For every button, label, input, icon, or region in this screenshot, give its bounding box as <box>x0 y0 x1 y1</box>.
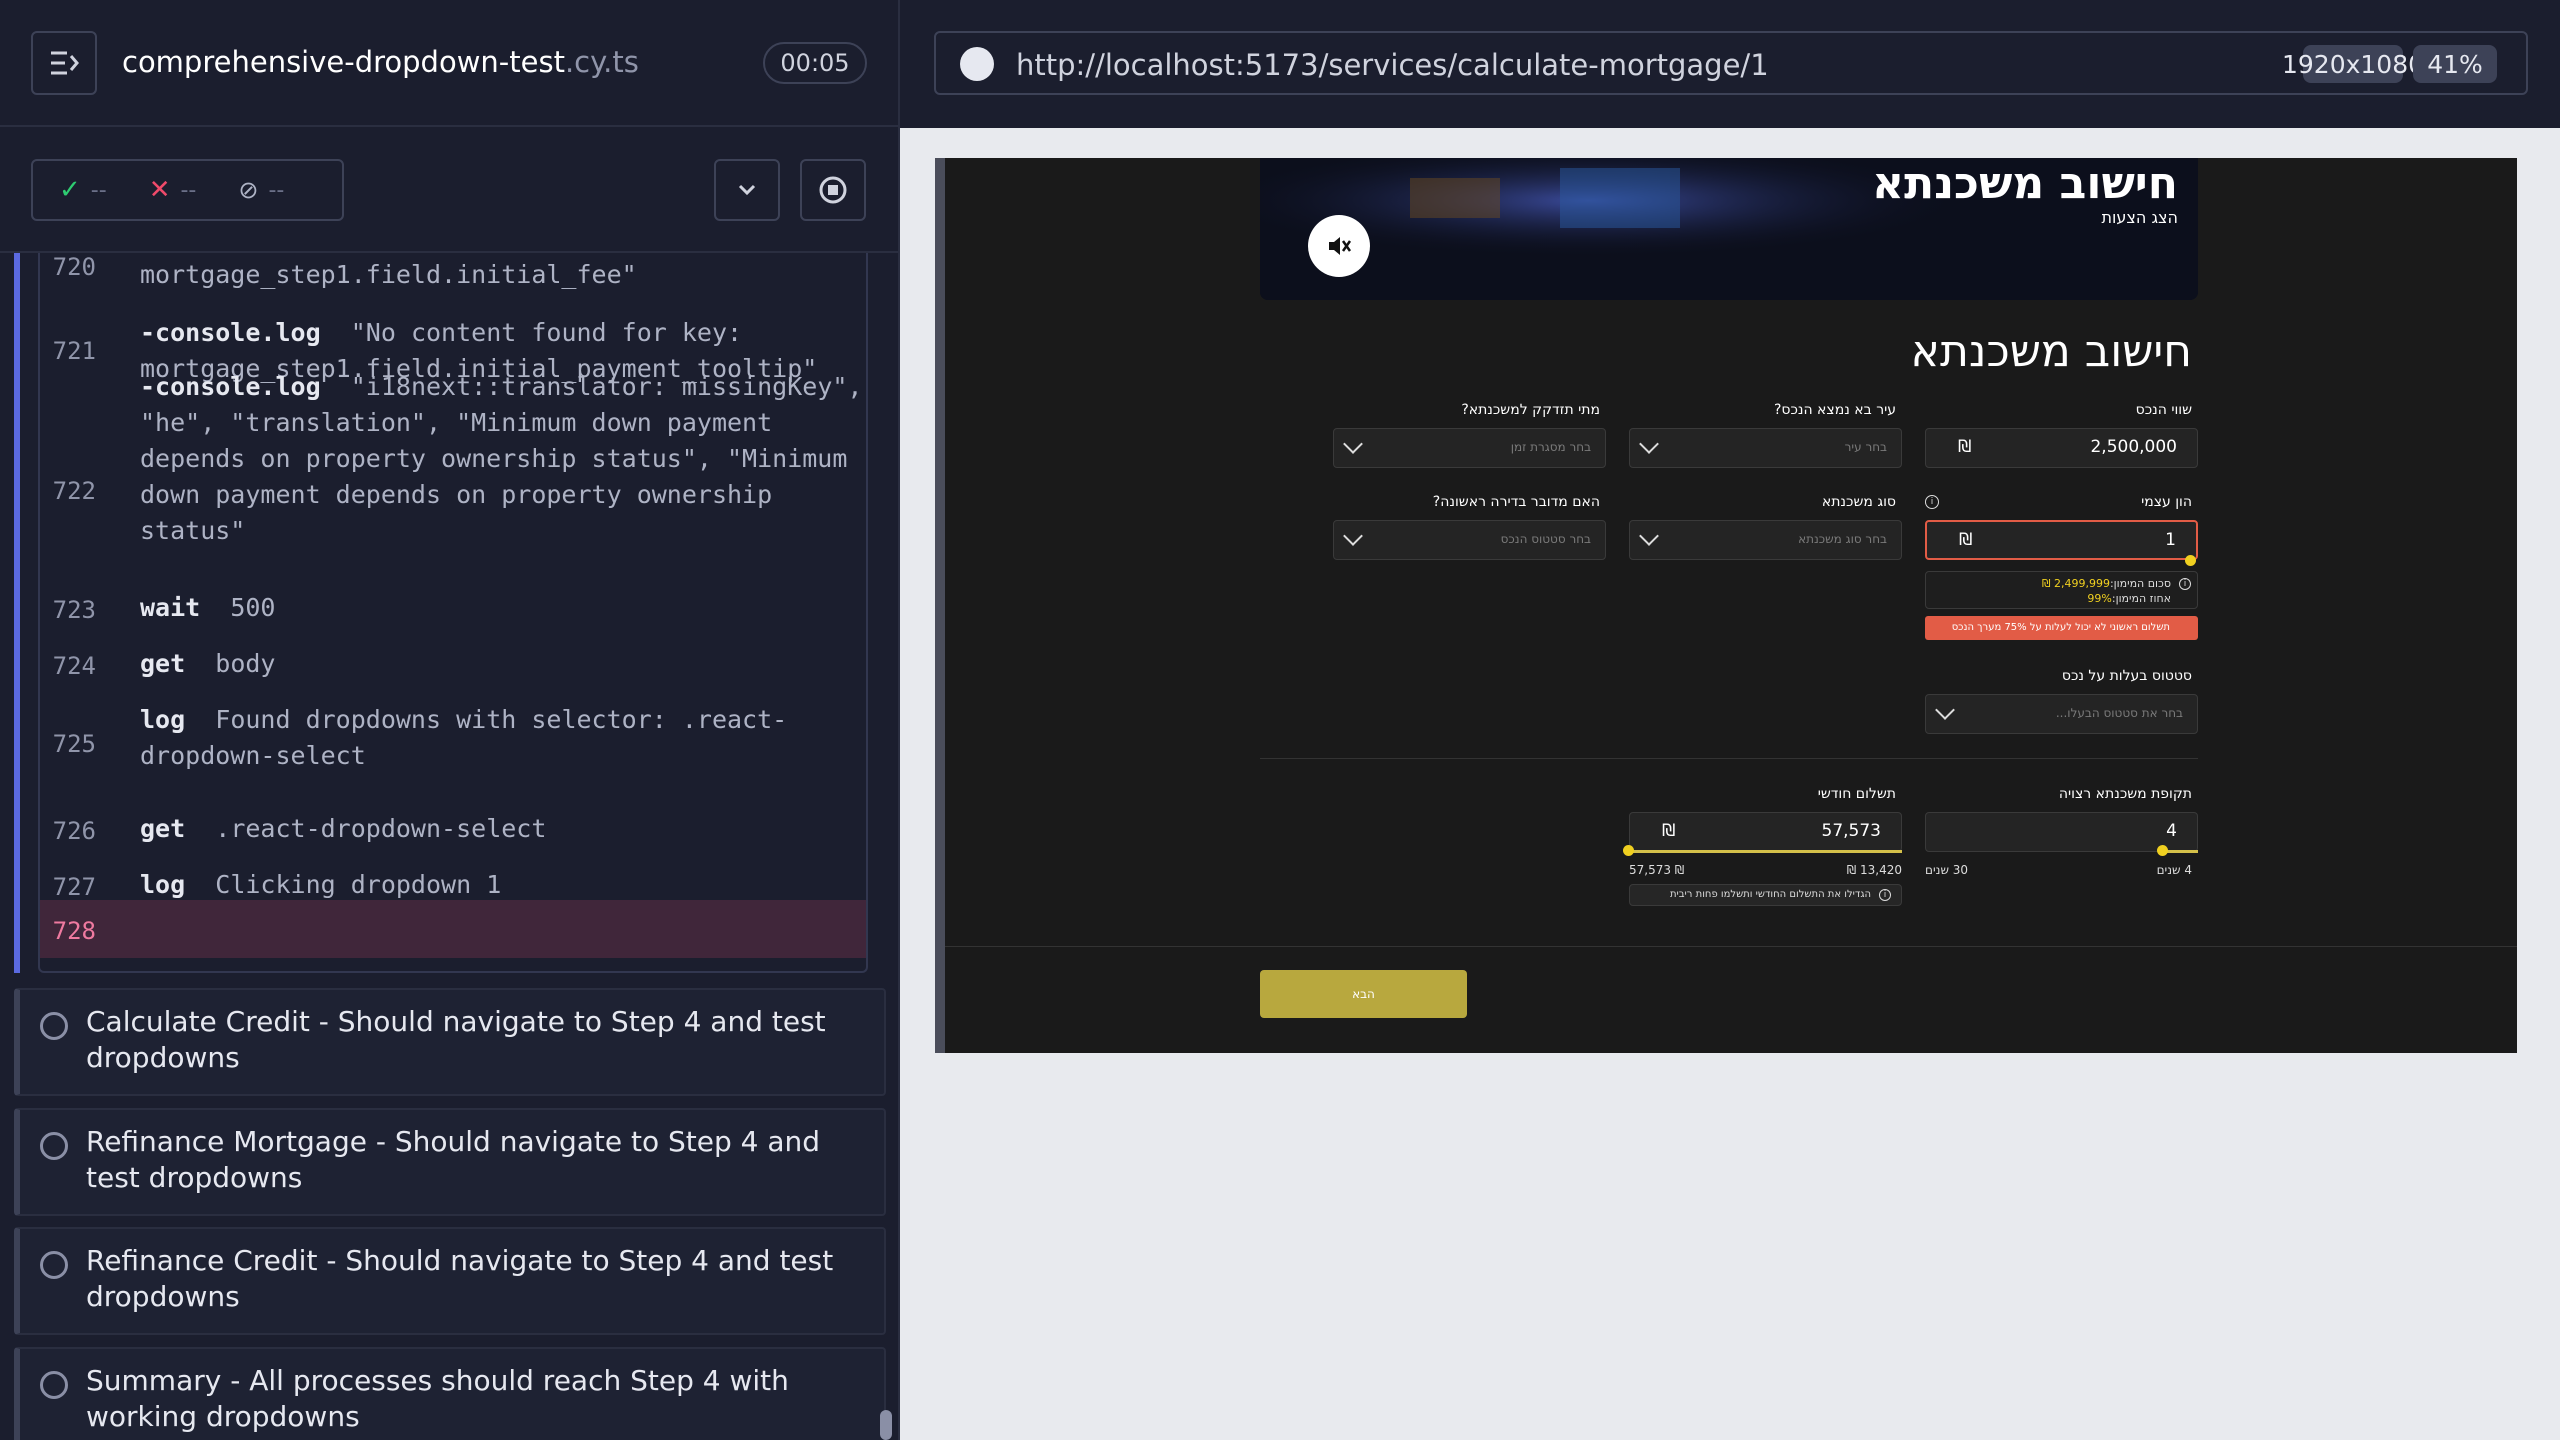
period-label: תקופת משכנתא רצויה <box>2058 786 2192 802</box>
chrome-icon <box>960 47 994 81</box>
ownership-dropdown[interactable]: בחר את סטטוס הבעלו... <box>1925 694 2198 734</box>
test-stats: ✓ -- ✕ -- ⊘ -- <box>31 159 344 221</box>
monthly-min: 13,420 ₪ <box>1846 863 1902 877</box>
chevron-down-icon <box>1343 434 1363 454</box>
spec-title: comprehensive-dropdown-test.cy.ts <box>122 45 639 79</box>
banner-subtitle[interactable]: הצג הצעות <box>2102 208 2178 227</box>
equity-label: הון עצמי <box>2141 494 2192 510</box>
zoom-badge[interactable]: 41% <box>2413 45 2497 83</box>
browser-preview: http://localhost:5173/services/calculate… <box>900 0 2560 1440</box>
equity-slider-handle[interactable] <box>2185 555 2196 566</box>
toggle-specs-button[interactable] <box>31 31 97 95</box>
mute-icon <box>1329 237 1352 255</box>
monthly-slider-handle[interactable] <box>1623 845 1634 856</box>
url-bar[interactable]: http://localhost:5173/services/calculate… <box>934 31 2528 95</box>
timer: 00:05 <box>763 42 867 84</box>
period-slider-track[interactable] <box>2163 850 2198 853</box>
chevron-down-icon <box>1343 526 1363 546</box>
chevron-down-icon <box>1935 700 1955 720</box>
test-item[interactable]: Summary - All processes should reach Ste… <box>14 1347 886 1440</box>
active-row-highlight <box>40 900 866 958</box>
period-input[interactable]: 4 <box>1925 812 2198 852</box>
stop-button[interactable] <box>800 159 866 221</box>
equity-financing-note: סכום המימון:2,499,999 ₪ אחוז המימון:99% … <box>1925 571 2198 609</box>
url-bar-area: http://localhost:5173/services/calculate… <box>900 0 2560 128</box>
property-value-input[interactable]: ₪ 2,500,000 <box>1925 428 2198 468</box>
info-icon: i <box>1879 889 1891 901</box>
next-button[interactable]: הבא <box>1260 970 1467 1018</box>
city-label: עיר בא נמצא הנכס? <box>1773 402 1896 418</box>
property-value-label: שווי הנכס <box>2135 402 2192 418</box>
mortgage-type-label: סוג משכנתא <box>1821 494 1896 510</box>
app-under-test: חישוב משכנתא הצג הצעות חישוב משכנתא שווי… <box>935 158 2517 1053</box>
command-list: 720 mortgage_step1.field.initial_fee" 72… <box>38 253 868 973</box>
first-home-dropdown[interactable]: בחר סטטוס הנכס <box>1333 520 1606 560</box>
info-icon: i <box>2179 578 2191 590</box>
page-title: חישוב משכנתא <box>1910 326 2192 377</box>
stop-icon <box>819 176 847 204</box>
failed-stat: ✕ -- <box>148 175 197 205</box>
ownership-label: סטטוס בעלות על נכס <box>2061 668 2192 684</box>
scrollbar-thumb[interactable] <box>880 1410 892 1440</box>
mute-button[interactable] <box>1308 215 1370 277</box>
pending-circle-icon <box>40 1132 68 1160</box>
test-title: Refinance Mortgage - Should navigate to … <box>86 1125 821 1194</box>
test-item[interactable]: Calculate Credit - Should navigate to St… <box>14 988 886 1096</box>
test-title: Calculate Credit - Should navigate to St… <box>86 1005 826 1074</box>
period-max: 30 שנים <box>1925 863 1969 877</box>
test-title: Refinance Credit - Should navigate to St… <box>86 1244 834 1313</box>
chevron-down-icon <box>738 184 756 196</box>
url-text: http://localhost:5173/services/calculate… <box>1016 48 1769 82</box>
error-banner: תשלום ראשוני לא יכול לעלות על 75% מערך ה… <box>1925 616 2198 640</box>
test-item[interactable]: Refinance Credit - Should navigate to St… <box>14 1227 886 1335</box>
dropdown-button[interactable] <box>714 159 780 221</box>
passed-stat: ✓ -- <box>59 175 107 205</box>
cypress-runner-panel: comprehensive-dropdown-test.cy.ts 00:05 … <box>0 0 900 1440</box>
check-icon: ✓ <box>59 175 81 205</box>
command-log: 720 mortgage_step1.field.initial_fee" 72… <box>14 253 886 973</box>
chevron-down-icon <box>1639 434 1659 454</box>
x-icon: ✕ <box>148 175 171 205</box>
monthly-label: תשלום חודשי <box>1817 786 1896 802</box>
monthly-max: 57,573 ₪ <box>1629 863 1685 877</box>
spec-ext: .cy.ts <box>564 45 639 79</box>
period-min: 4 שנים <box>2156 863 2192 877</box>
menu-icon <box>51 51 79 75</box>
chevron-down-icon <box>1639 526 1659 546</box>
hero-banner: חישוב משכנתא הצג הצעות <box>1260 158 2198 300</box>
equity-input[interactable]: ₪ 1 <box>1925 520 2198 560</box>
viewport-badge[interactable]: 1920x1080 <box>2282 45 2424 83</box>
when-dropdown[interactable]: בחר מסגרת זמן <box>1333 428 1606 468</box>
city-dropdown[interactable]: בחר עיר <box>1629 428 1902 468</box>
pending-icon: ⊘ <box>238 176 259 204</box>
info-icon[interactable]: i <box>1925 495 1939 509</box>
monthly-tip: הגדילו את התשלום החודשי ותשלמו פחות ריבי… <box>1629 884 1902 906</box>
pending-circle-icon <box>40 1012 68 1040</box>
test-title: Summary - All processes should reach Ste… <box>86 1364 789 1433</box>
period-slider-handle[interactable] <box>2157 845 2168 856</box>
monthly-input[interactable]: ₪ 57,573 <box>1629 812 1902 852</box>
mortgage-type-dropdown[interactable]: בחר סוג משכנתא <box>1629 520 1902 560</box>
section-divider <box>1260 758 2198 759</box>
stats-bar: ✓ -- ✕ -- ⊘ -- <box>0 127 898 253</box>
when-label: מתי תזדקק למשכנתא? <box>1461 402 1600 418</box>
monthly-slider-track[interactable] <box>1629 850 1902 853</box>
banner-title: חישוב משכנתא <box>1872 158 2178 209</box>
first-home-label: האם מדובר בדירה ראשונה? <box>1432 494 1600 510</box>
footer-divider <box>945 946 2517 947</box>
spec-header: comprehensive-dropdown-test.cy.ts 00:05 <box>0 0 898 127</box>
test-item[interactable]: Refinance Mortgage - Should navigate to … <box>14 1108 886 1216</box>
pending-circle-icon <box>40 1371 68 1399</box>
spec-name: comprehensive-dropdown-test <box>122 45 565 79</box>
pending-circle-icon <box>40 1251 68 1279</box>
pending-stat: ⊘ -- <box>238 176 285 204</box>
